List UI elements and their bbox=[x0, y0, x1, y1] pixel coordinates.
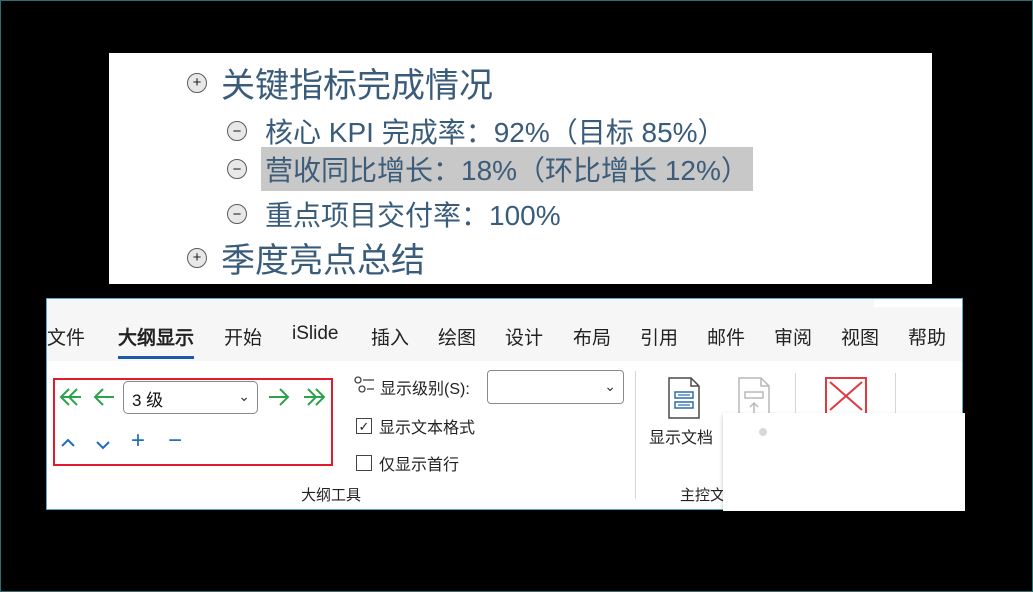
collapse-symbol-icon[interactable]: − bbox=[227, 204, 247, 224]
expand-button[interactable]: + bbox=[131, 429, 145, 453]
chevron-up-icon[interactable] bbox=[59, 433, 77, 457]
tab-view[interactable]: 视图 bbox=[841, 323, 879, 350]
show-first-line-only-checkbox[interactable] bbox=[356, 455, 372, 471]
overlay-panel bbox=[723, 413, 965, 511]
tab-help[interactable]: 帮助 bbox=[908, 323, 946, 350]
tab-review[interactable]: 审阅 bbox=[774, 323, 812, 350]
outline-document[interactable]: + 关键指标完成情况 − 核心 KPI 完成率：92%（目标 85%） − 营收… bbox=[109, 53, 932, 284]
tab-design[interactable]: 设计 bbox=[505, 323, 543, 350]
master-document-group-label: 主控文 bbox=[680, 487, 726, 504]
right-arrow-icon[interactable] bbox=[267, 386, 291, 412]
overlay-dot bbox=[759, 428, 767, 436]
group-divider bbox=[795, 373, 796, 413]
show-document-icon[interactable] bbox=[667, 376, 701, 425]
show-first-line-only-label[interactable]: 仅显示首行 bbox=[379, 451, 459, 475]
tab-home[interactable]: 开始 bbox=[224, 323, 262, 350]
expand-symbol-icon[interactable]: + bbox=[187, 247, 207, 268]
outline-item-text[interactable]: 营收同比增长：18%（环比增长 12%） bbox=[261, 147, 753, 191]
group-divider bbox=[635, 371, 636, 499]
tab-bar-corner bbox=[874, 299, 962, 307]
tab-insert[interactable]: 插入 bbox=[371, 323, 409, 350]
chevron-down-icon: ⌄ bbox=[238, 388, 250, 404]
outline-item-text[interactable]: 关键指标完成情况 bbox=[221, 58, 493, 107]
outline-level-dropdown[interactable]: 3 级 ⌄ bbox=[123, 381, 258, 414]
tab-outline-view[interactable]: 大纲显示 bbox=[118, 323, 195, 359]
tab-references[interactable]: 引用 bbox=[640, 323, 678, 350]
show-text-formatting-option[interactable]: ✓ 显示文本格式 bbox=[356, 414, 475, 438]
show-level-dropdown[interactable]: ⌄ bbox=[487, 370, 624, 404]
outline-item-text[interactable]: 季度亮点总结 bbox=[221, 233, 425, 282]
expand-symbol-icon[interactable]: + bbox=[187, 72, 207, 93]
tab-draw[interactable]: 绘图 bbox=[438, 323, 476, 350]
outline-item[interactable]: − 重点项目交付率：100% bbox=[227, 192, 565, 236]
tab-layout[interactable]: 布局 bbox=[573, 323, 611, 350]
show-first-line-only-option[interactable]: 仅显示首行 bbox=[356, 451, 459, 475]
tab-islide[interactable]: iSlide bbox=[292, 323, 338, 345]
chevron-down-icon: ⌄ bbox=[604, 378, 616, 394]
outline-item-selected[interactable]: − 营收同比增长：18%（环比增长 12%） bbox=[227, 147, 753, 191]
ribbon-tab-bar: 文件 大纲显示 开始 iSlide 插入 绘图 设计 布局 引用 邮件 审阅 视… bbox=[47, 299, 962, 361]
outline-tools-group-label: 大纲工具 bbox=[301, 487, 362, 504]
show-level-label: 显示级别(S): bbox=[380, 381, 470, 398]
group-divider bbox=[895, 373, 896, 413]
collapse-symbol-icon[interactable]: − bbox=[227, 159, 247, 179]
tab-file[interactable]: 文件 bbox=[47, 323, 85, 350]
left-arrow-icon[interactable] bbox=[92, 386, 116, 412]
collapse-button[interactable]: − bbox=[168, 429, 182, 453]
show-text-formatting-label[interactable]: 显示文本格式 bbox=[379, 414, 475, 438]
collapse-symbol-icon[interactable]: − bbox=[227, 121, 247, 141]
outline-item-text[interactable]: 重点项目交付率：100% bbox=[261, 192, 565, 236]
outline-level-value: 3 级 bbox=[132, 391, 164, 410]
outline-item[interactable]: + 关键指标完成情况 bbox=[187, 58, 493, 107]
outline-item[interactable]: + 季度亮点总结 bbox=[187, 233, 425, 282]
double-left-arrow-icon[interactable] bbox=[57, 386, 83, 412]
tab-mailings[interactable]: 邮件 bbox=[707, 323, 745, 350]
show-text-formatting-checkbox[interactable]: ✓ bbox=[356, 418, 372, 434]
show-document-button[interactable]: 显示文档 bbox=[649, 424, 713, 448]
outline-levels-icon bbox=[354, 375, 376, 399]
show-level-label-group: 显示级别(S): bbox=[354, 375, 470, 399]
chevron-down-icon[interactable] bbox=[94, 435, 112, 459]
double-right-arrow-icon[interactable] bbox=[302, 386, 328, 412]
